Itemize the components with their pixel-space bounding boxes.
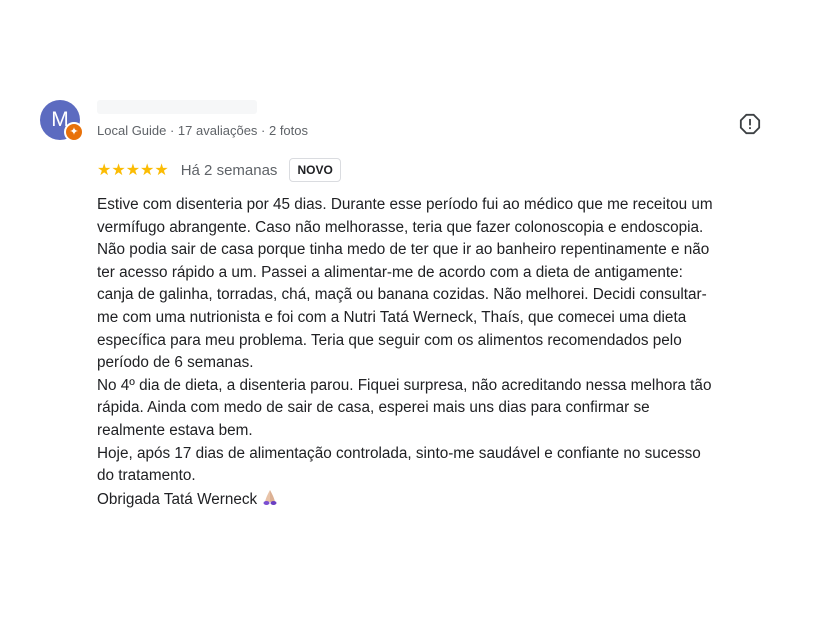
review-text: Estive com disenteria por 45 dias. Duran… [97,194,787,513]
new-badge: NOVO [289,158,341,182]
review-text-last-line: Obrigada Tatá Werneck [97,488,787,514]
review-date: Há 2 semanas [180,161,278,179]
local-guide-badge-icon: ✦ [64,122,84,142]
rating-row: ★★★★★ Há 2 semanas NOVO [97,157,341,183]
review-text-line: No 4º dia de dieta, a disenteria parou. … [97,376,712,394]
review-text-line: me com uma nutrionista e foi com a Nutri… [97,308,687,326]
review-text-line: realmente estava bem. [97,421,253,439]
review-text-line: do tratamento. [97,467,196,485]
review-text-line: Estive com disenteria por 45 dias. Duran… [97,196,713,213]
review-text-line: rápida. Ainda com medo de sair de casa, … [97,399,650,417]
review-text-line: Obrigada Tatá Werneck [97,490,258,508]
review-text-line: período de 6 semanas. [97,354,254,372]
reviewer-name-placeholder[interactable] [97,100,257,114]
review-text-line: específica para meu problema. Teria que … [97,331,682,349]
star-rating: ★★★★★ [97,162,169,179]
review-text-line: canja de galinha, torradas, chá, maçã ou… [97,286,707,304]
report-button[interactable] [737,111,763,137]
reviewer-meta[interactable]: Local Guide · 17 avaliações · 2 fotos [97,123,308,138]
avatar[interactable]: M ✦ [40,100,84,142]
review-text-line: ter acesso rápido a um. Passei a aliment… [97,263,683,281]
report-icon [739,113,761,135]
review-text-line: Não podia sair de casa porque tinha medo… [97,241,710,259]
folded-hands-emoji-icon [261,488,279,514]
review-text-line: Hoje, após 17 dias de alimentação contro… [97,444,701,462]
review-text-line: vermífugo abrangente. Caso não melhorass… [97,218,704,236]
